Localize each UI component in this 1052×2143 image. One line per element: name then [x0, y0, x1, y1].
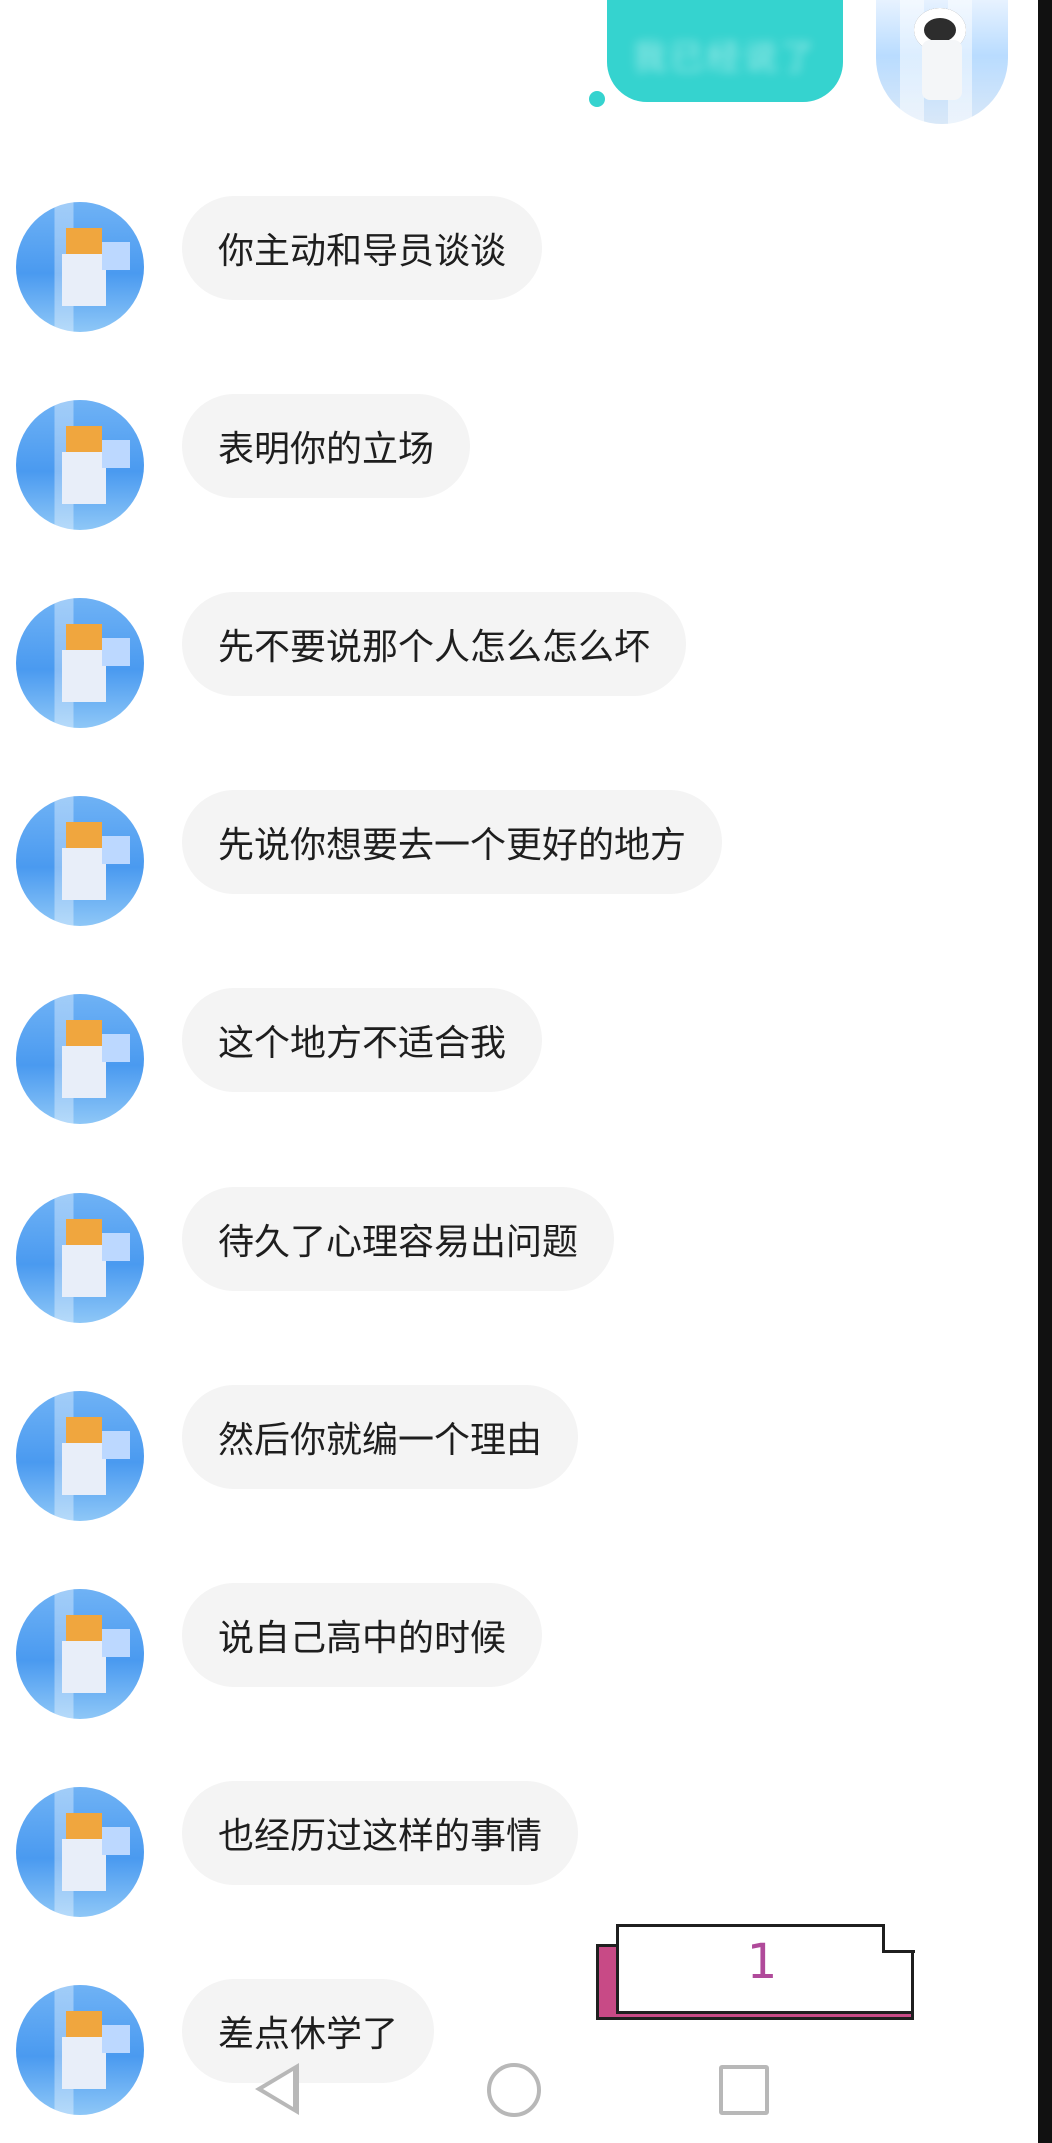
received-message-bubble[interactable]: 先不要说那个人怎么怎么坏: [182, 592, 687, 696]
page-number: 1: [746, 1934, 778, 1990]
home-circle-icon[interactable]: [487, 2063, 541, 2117]
received-message-bubble[interactable]: 也经历过这样的事情: [182, 1781, 579, 1885]
contact-avatar[interactable]: [16, 1589, 144, 1719]
message-row: 表明你的立场: [0, 394, 1000, 530]
recent-square-icon[interactable]: [719, 2065, 769, 2115]
contact-avatar[interactable]: [16, 796, 144, 926]
contact-avatar[interactable]: [16, 1193, 144, 1323]
contact-avatar[interactable]: [16, 202, 144, 332]
message-row: 然后你就编一个理由: [0, 1385, 1000, 1521]
received-message-bubble[interactable]: 然后你就编一个理由: [182, 1385, 579, 1489]
received-message-bubble[interactable]: 先说你想要去一个更好的地方: [182, 790, 723, 894]
sent-status-dot: [589, 91, 605, 107]
contact-avatar[interactable]: [16, 598, 144, 728]
message-row: 也经历过这样的事情: [0, 1781, 1000, 1917]
received-message-bubble[interactable]: 说自己高中的时候: [182, 1583, 543, 1687]
message-row: 这个地方不适合我: [0, 988, 1000, 1124]
page-number-tag: 1: [594, 1922, 918, 2022]
self-avatar-face: [922, 40, 962, 100]
contact-avatar[interactable]: [16, 994, 144, 1124]
self-avatar[interactable]: [876, 0, 1008, 124]
message-row: 先说你想要去一个更好的地方: [0, 790, 1000, 926]
received-message-bubble[interactable]: 你主动和导员谈谈: [182, 196, 543, 300]
message-row: 说自己高中的时候: [0, 1583, 1000, 1719]
sent-message-text: 我已经说了: [632, 39, 818, 77]
back-triangle-icon[interactable]: [255, 2063, 299, 2115]
system-navigation-bar: [0, 2045, 1052, 2135]
contact-avatar[interactable]: [16, 400, 144, 530]
contact-avatar[interactable]: [16, 1391, 144, 1521]
received-message-bubble[interactable]: 这个地方不适合我: [182, 988, 543, 1092]
received-message-bubble[interactable]: 表明你的立场: [182, 394, 471, 498]
message-row: 待久了心理容易出问题: [0, 1187, 1000, 1323]
message-row: 先不要说那个人怎么怎么坏: [0, 592, 1000, 728]
message-row: 你主动和导员谈谈: [0, 196, 1000, 332]
screen-edge: [1038, 0, 1052, 2143]
contact-avatar[interactable]: [16, 1787, 144, 1917]
received-message-bubble[interactable]: 待久了心理容易出问题: [182, 1187, 615, 1291]
sent-message-bubble[interactable]: 我已经说了: [607, 0, 843, 102]
